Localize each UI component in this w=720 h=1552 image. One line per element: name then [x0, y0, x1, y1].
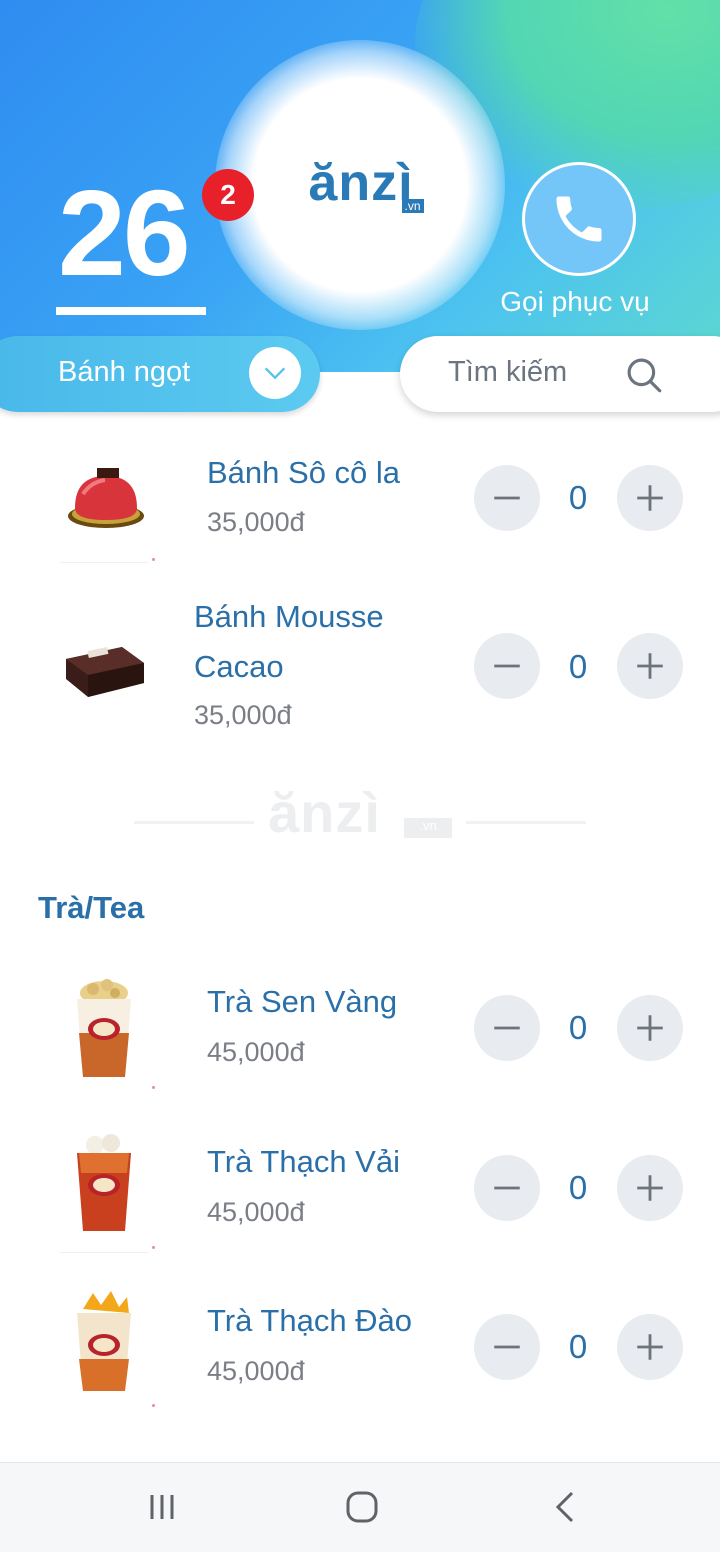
quantity-value: 0	[568, 1169, 588, 1206]
item-name[interactable]: Trà Thạch Đào	[207, 1296, 467, 1346]
increase-quantity-button[interactable]	[617, 1314, 683, 1380]
plus-icon	[637, 1015, 663, 1041]
divider-logo: ănzì	[268, 781, 381, 844]
peach-tea-cup-icon	[56, 1291, 152, 1392]
plus-icon	[637, 1334, 663, 1360]
logo-text: ănzì .vn	[308, 157, 424, 213]
minus-icon	[494, 1186, 520, 1190]
plus-icon	[637, 485, 663, 511]
lotus-tea-cup-icon	[56, 979, 152, 1077]
menu-item[interactable]: Trà Thạch Vải 45,000đ 0	[0, 1102, 720, 1262]
table-number[interactable]: 26	[58, 172, 191, 294]
decrease-quantity-button[interactable]	[474, 1314, 540, 1380]
category-selected-label[interactable]: Bánh ngọt	[58, 356, 190, 389]
minus-icon	[494, 664, 520, 668]
item-price: 45,000đ	[207, 1037, 305, 1067]
phone-icon	[556, 196, 602, 242]
search-icon[interactable]	[623, 354, 665, 396]
menu-list[interactable]: Bánh Sô cô la 35,000đ 0 Bánh Mousse Caca…	[0, 412, 720, 1462]
quantity-value: 0	[568, 1009, 588, 1046]
item-name[interactable]: Bánh Sô cô la	[207, 448, 467, 498]
decrease-quantity-button[interactable]	[474, 995, 540, 1061]
back-icon[interactable]	[540, 1484, 590, 1530]
increase-quantity-button[interactable]	[617, 465, 683, 531]
section-divider: ănzì .vn	[134, 780, 586, 850]
recent-apps-icon[interactable]	[137, 1484, 187, 1530]
menu-item[interactable]: Bánh Sô cô la 35,000đ 0	[0, 412, 720, 572]
minus-icon	[494, 1345, 520, 1349]
item-price: 45,000đ	[207, 1356, 305, 1386]
menu-item[interactable]: Bánh Mousse Cacao 35,000đ 0	[0, 572, 720, 762]
item-price: 45,000đ	[207, 1197, 305, 1227]
decrease-quantity-button[interactable]	[474, 1155, 540, 1221]
menu-item[interactable]: Trà Sen Vàng 45,000đ 0	[0, 942, 720, 1102]
plus-icon	[637, 653, 663, 679]
decrease-quantity-button[interactable]	[474, 633, 540, 699]
increase-quantity-button[interactable]	[617, 1155, 683, 1221]
item-name[interactable]: Trà Sen Vàng	[207, 977, 467, 1027]
cart-count-badge[interactable]: 2	[202, 169, 254, 221]
home-icon[interactable]	[337, 1484, 387, 1530]
logo-suffix: .vn	[401, 199, 424, 213]
search-placeholder[interactable]: Tìm kiếm	[448, 356, 567, 389]
plus-icon	[637, 1175, 663, 1201]
item-name[interactable]: Bánh Mousse Cacao	[194, 592, 454, 692]
menu-item[interactable]: Trà Thạch Đào 45,000đ 0	[0, 1262, 720, 1422]
divider-logo-suffix: .vn	[404, 818, 452, 838]
brand-logo: ănzì .vn	[268, 90, 454, 276]
section-title: Trà/Tea	[38, 890, 145, 925]
minus-icon	[494, 1026, 520, 1030]
increase-quantity-button[interactable]	[617, 633, 683, 699]
item-name[interactable]: Trà Thạch Vải	[207, 1137, 467, 1187]
call-service-button[interactable]	[522, 162, 636, 276]
decrease-quantity-button[interactable]	[474, 465, 540, 531]
call-service-label[interactable]: Gọi phục vụ	[470, 286, 680, 318]
lychee-tea-cup-icon	[56, 1134, 152, 1232]
table-number-underline	[56, 307, 206, 315]
mousse-cake-icon	[56, 617, 152, 713]
increase-quantity-button[interactable]	[617, 995, 683, 1061]
minus-icon	[494, 496, 520, 500]
quantity-value: 0	[568, 1328, 588, 1365]
quantity-value: 0	[568, 479, 588, 516]
chocolate-cake-icon	[58, 450, 154, 546]
item-price: 35,000đ	[194, 700, 292, 730]
item-price: 35,000đ	[207, 507, 305, 537]
quantity-value: 0	[568, 648, 588, 685]
chevron-down-icon[interactable]	[249, 347, 301, 399]
